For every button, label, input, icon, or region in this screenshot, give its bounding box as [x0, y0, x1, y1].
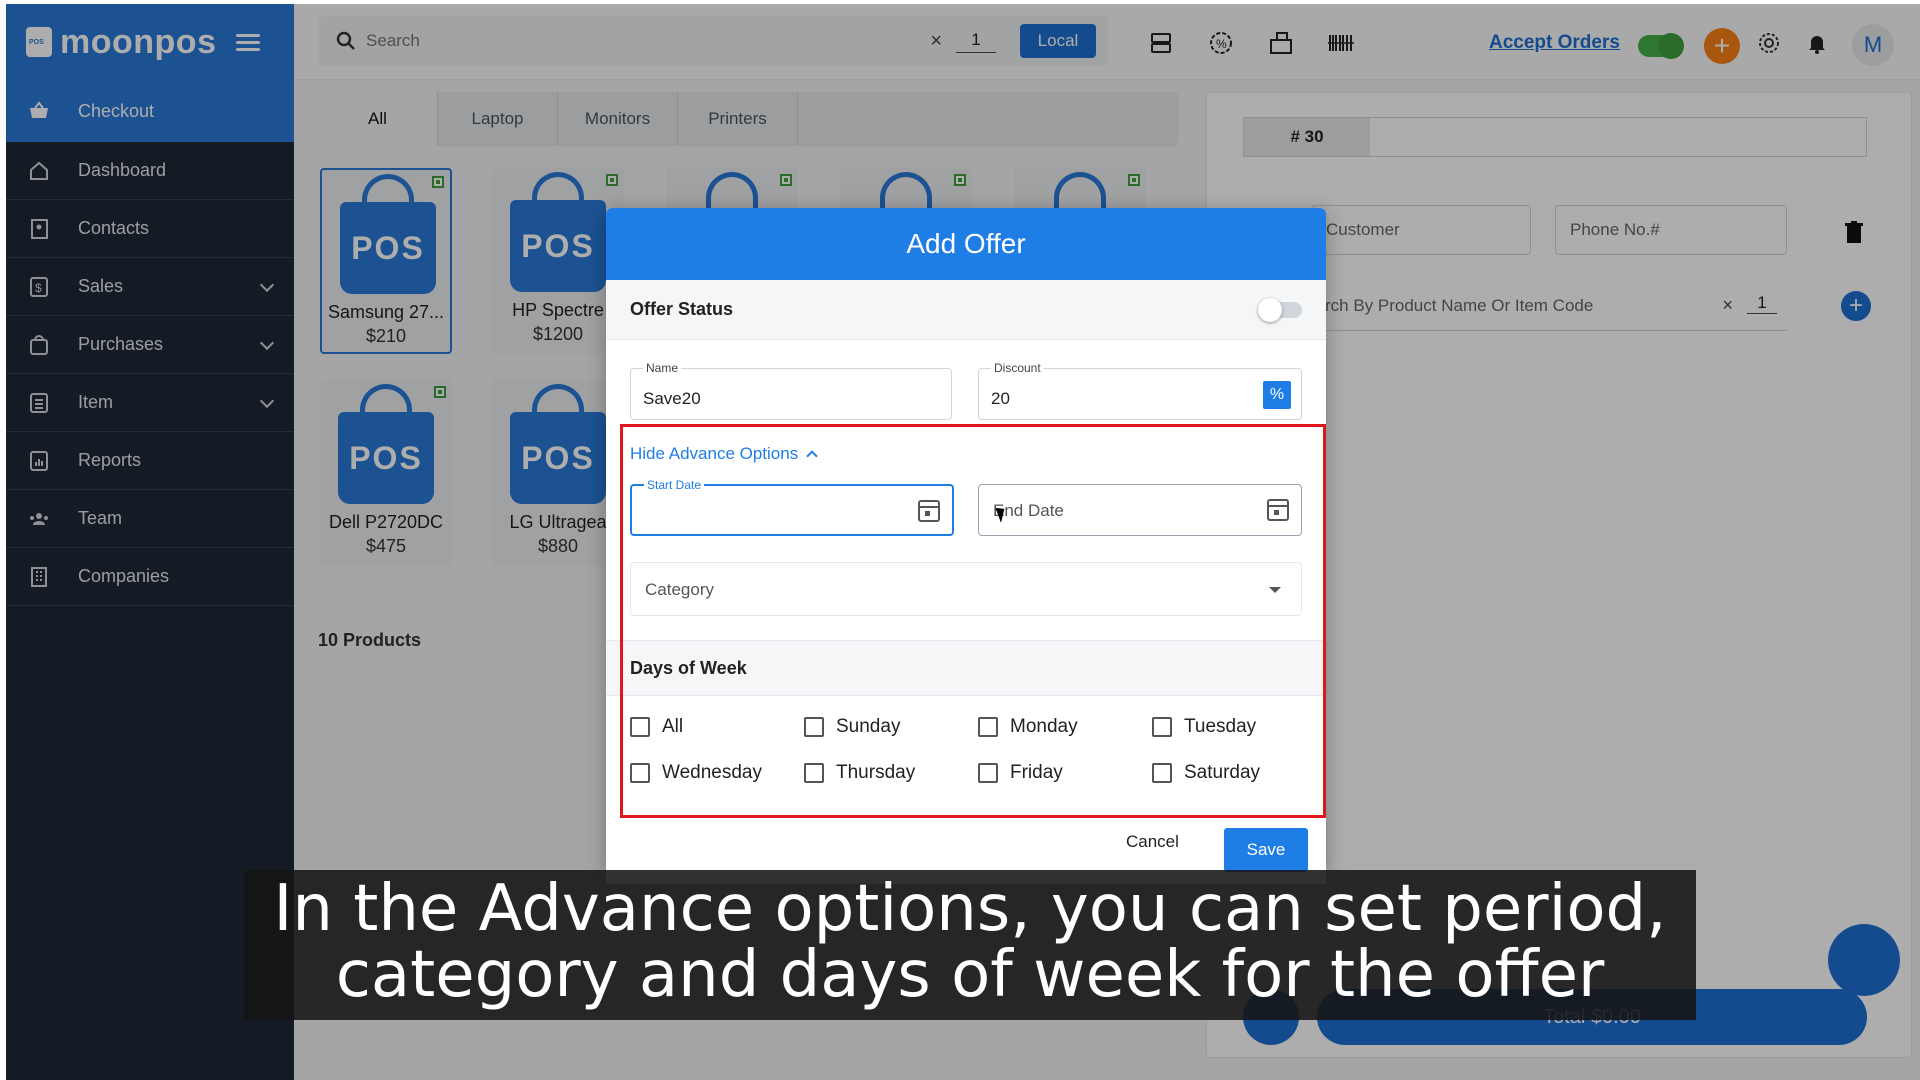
save-button[interactable]: Save [1224, 828, 1308, 872]
cancel-button[interactable]: Cancel [1126, 832, 1179, 852]
discount-value: 20 [991, 389, 1010, 408]
caption-line-1: In the Advance options, you can set peri… [273, 872, 1667, 946]
name-label: Name [643, 361, 682, 375]
video-caption: In the Advance options, you can set peri… [244, 870, 1696, 1020]
name-value: Save20 [643, 389, 701, 408]
discount-label: Discount [991, 361, 1044, 375]
offer-status-label: Offer Status [630, 299, 734, 319]
app-window: moonpos Checkout Dashboard Contacts $ [6, 4, 1920, 1080]
offer-status-toggle[interactable] [1258, 297, 1302, 322]
percent-toggle-button[interactable]: % [1263, 381, 1291, 409]
offer-status-row: Offer Status [606, 280, 1326, 340]
modal-title: Add Offer [606, 208, 1326, 280]
name-field[interactable]: Name Save20 [630, 361, 952, 420]
caption-line-2: category and days of week for the offer [335, 938, 1605, 1012]
advance-options-highlight [620, 424, 1326, 818]
discount-field[interactable]: Discount 20 % [978, 361, 1302, 420]
